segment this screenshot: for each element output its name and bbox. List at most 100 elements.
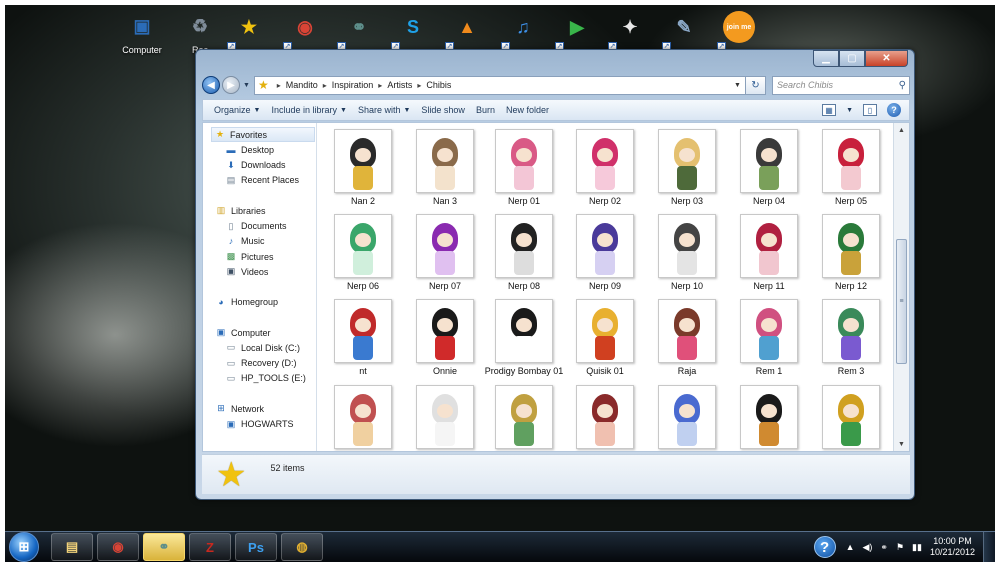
file-item[interactable]: Nan 2	[323, 129, 403, 209]
file-item[interactable]	[565, 385, 645, 451]
toolbar-organize-button[interactable]: Organize ▼	[214, 105, 260, 115]
file-item[interactable]	[729, 385, 809, 451]
preview-pane-icon[interactable]: ▯	[863, 104, 877, 116]
toolbar-label: Include in library	[271, 105, 337, 115]
file-item[interactable]	[484, 385, 564, 451]
show-hidden-icons-icon[interactable]: ▲	[846, 542, 855, 552]
close-button[interactable]: ✕	[865, 50, 908, 67]
nav-item-downloads[interactable]: ⬇ Downloads	[225, 158, 285, 173]
chevron-down-icon: ▼	[403, 106, 411, 114]
volume-icon[interactable]: ◀)	[863, 542, 873, 553]
photoshop-taskbar-button[interactable]: Ps	[235, 533, 277, 561]
file-item[interactable]: Nan 3	[405, 129, 485, 209]
nav-item-music[interactable]: ♪ Music	[225, 234, 265, 249]
scroll-down-icon[interactable]: ▼	[894, 437, 909, 451]
clock[interactable]: 10:00 PM 10/21/2012	[930, 536, 975, 558]
nav-item-videos[interactable]: ▣ Videos	[225, 264, 269, 279]
forward-button[interactable]: ▶	[222, 76, 240, 94]
file-item[interactable]: Nerp 10	[647, 214, 727, 294]
maximize-button[interactable]: ▢	[839, 50, 865, 67]
file-item[interactable]: Rem 3	[811, 299, 891, 379]
toolbar-include-in-library-button[interactable]: Include in library ▼	[271, 105, 346, 115]
nav-item-documents[interactable]: ▯ Documents	[225, 219, 287, 234]
file-item[interactable]: Rem 1	[729, 299, 809, 379]
file-item[interactable]: Nerp 02	[565, 129, 645, 209]
change-view-icon[interactable]: ▦	[822, 104, 837, 116]
file-item[interactable]: Prodigy Bombay 01	[484, 299, 564, 379]
nav-item-pictures[interactable]: ▩ Pictures	[225, 249, 274, 264]
breadcrumb-separator-icon[interactable]: ▸	[323, 81, 327, 90]
file-item[interactable]: Nerp 07	[405, 214, 485, 294]
file-item[interactable]	[647, 385, 727, 451]
scroll-up-icon[interactable]: ▲	[894, 123, 909, 137]
nav-item-favorites[interactable]: ★ Favorites	[211, 127, 315, 142]
breadcrumb-inspiration[interactable]: Inspiration	[332, 80, 374, 90]
recent-pages-dropdown[interactable]: ▼	[243, 82, 250, 89]
computer-desktop-icon[interactable]: ▣ Computer	[120, 11, 164, 55]
file-item[interactable]	[811, 385, 891, 451]
toolbar-slide-show-button[interactable]: Slide show	[421, 105, 465, 115]
nav-item-hogwarts[interactable]: ▣ HOGWARTS	[225, 417, 294, 432]
file-item[interactable]	[405, 385, 485, 451]
start-button[interactable]: ⊞	[9, 532, 39, 562]
toolbar-burn-button[interactable]: Burn	[476, 105, 495, 115]
breadcrumb-artists[interactable]: Artists	[387, 80, 412, 90]
network-tray-icon[interactable]: ⚭	[880, 542, 888, 553]
file-item[interactable]: Nerp 12	[811, 214, 891, 294]
nav-item-local-disk-c[interactable]: ▭ Local Disk (C:)	[225, 340, 300, 355]
breadcrumb-mandito[interactable]: Mandito	[286, 80, 318, 90]
file-thumbnail	[416, 214, 474, 278]
nav-item-recovery-d[interactable]: ▭ Recovery (D:)	[225, 356, 297, 371]
help-tray-icon[interactable]: ?	[813, 536, 836, 558]
help-icon[interactable]: ?	[887, 103, 901, 117]
network-app-taskbar-button[interactable]: ⚭	[143, 533, 185, 561]
nav-item-desktop[interactable]: ▬ Desktop	[225, 142, 275, 157]
file-item[interactable]: Nerp 06	[323, 214, 403, 294]
minimize-button[interactable]: ▁	[813, 50, 839, 67]
scrollbar-thumb[interactable]: ≡	[896, 239, 907, 364]
action-center-icon[interactable]: ⚑	[896, 542, 904, 553]
nav-item-libraries[interactable]: ▥ Libraries	[215, 203, 266, 218]
file-name: Nerp 11	[753, 281, 785, 291]
signal-icon[interactable]: ▮▮	[912, 542, 922, 553]
refresh-button[interactable]: ↻	[745, 75, 766, 95]
address-dropdown-icon[interactable]: ▼	[730, 82, 745, 89]
file-item[interactable]	[323, 385, 403, 451]
file-item[interactable]: Nerp 05	[811, 129, 891, 209]
breadcrumb-separator-icon[interactable]: ▸	[378, 81, 382, 90]
address-bar[interactable]: ★ ▸ Mandito ▸ Inspiration ▸ Artists ▸ Ch…	[253, 75, 746, 95]
nav-item-homegroup[interactable]: ◕ Homegroup	[215, 295, 278, 310]
breadcrumb-chibis[interactable]: Chibis	[426, 80, 451, 90]
back-button[interactable]: ◀	[202, 76, 220, 94]
vertical-scrollbar[interactable]: ▲ ≡ ▼	[893, 123, 909, 451]
nav-item-computer[interactable]: ▣ Computer	[215, 325, 271, 340]
file-item[interactable]: Nerp 01	[484, 129, 564, 209]
view-dropdown-icon[interactable]: ▼	[846, 107, 853, 114]
breadcrumb-separator-icon[interactable]: ▸	[277, 81, 281, 90]
explorer-window[interactable]: ▁ ▢ ✕ ◀ ▶ ▼ ★ ▸ Mandito ▸ Inspiration ▸ …	[195, 49, 915, 500]
nav-item-label: HP_TOOLS (E:)	[241, 373, 306, 384]
nav-item-network[interactable]: ⊞ Network	[215, 401, 264, 416]
file-item[interactable]: Nerp 09	[565, 214, 645, 294]
search-icon[interactable]: ⚲	[899, 80, 906, 91]
file-item[interactable]: Raja	[647, 299, 727, 379]
file-item[interactable]: Quisik 01	[565, 299, 645, 379]
pictures-icon: ▩	[226, 251, 236, 262]
file-item[interactable]: Nerp 03	[647, 129, 727, 209]
search-input[interactable]: Search Chibis ⚲	[771, 75, 910, 95]
nav-item-hp-tools-e[interactable]: ▭ HP_TOOLS (E:)	[225, 371, 306, 386]
toolbar-share-with-button[interactable]: Share with ▼	[358, 105, 410, 115]
file-item[interactable]: Nerp 11	[729, 214, 809, 294]
chrome-taskbar-button[interactable]: ◉	[97, 533, 139, 561]
show-desktop-button[interactable]	[983, 532, 995, 562]
explorer-taskbar-button[interactable]: ▤	[51, 533, 93, 561]
breadcrumb-separator-icon[interactable]: ▸	[417, 81, 421, 90]
maps-taskbar-button[interactable]: ◍	[281, 533, 323, 561]
filezilla-taskbar-button[interactable]: Z	[189, 533, 231, 561]
file-item[interactable]: Nerp 04	[729, 129, 809, 209]
nav-item-recent-places[interactable]: ▤ Recent Places	[225, 173, 299, 188]
file-item[interactable]: nt	[323, 299, 403, 379]
file-item[interactable]: Onnie	[405, 299, 485, 379]
toolbar-new-folder-button[interactable]: New folder	[506, 105, 549, 115]
file-item[interactable]: Nerp 08	[484, 214, 564, 294]
